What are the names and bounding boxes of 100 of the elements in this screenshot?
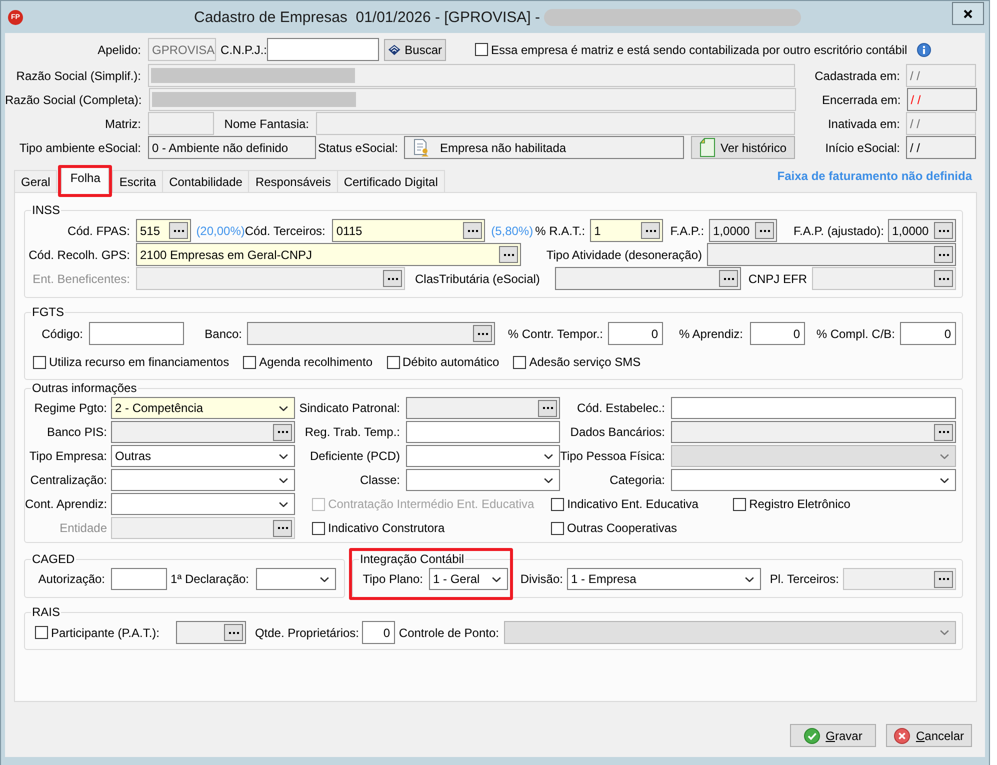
field-label: 1ª Declaração: bbox=[170, 572, 249, 586]
text-field[interactable]: / / bbox=[906, 88, 977, 111]
checkbox[interactable] bbox=[551, 522, 564, 534]
text-field[interactable] bbox=[406, 421, 560, 443]
lookup-field[interactable] bbox=[247, 322, 495, 345]
text-field[interactable]: / / bbox=[906, 136, 976, 159]
browse-button[interactable] bbox=[473, 325, 492, 342]
group-title: Integração Contábil bbox=[359, 552, 466, 566]
dropdown[interactable]: 1 - Geral bbox=[429, 568, 508, 590]
dropdown[interactable] bbox=[406, 469, 560, 491]
info-icon bbox=[917, 42, 932, 56]
checkbox[interactable] bbox=[513, 356, 526, 368]
number-field[interactable]: 0 bbox=[608, 322, 663, 345]
text-field[interactable] bbox=[267, 38, 379, 61]
lookup-field[interactable] bbox=[555, 267, 741, 290]
lookup-field[interactable] bbox=[406, 397, 560, 419]
field-label: Cód. Terceiros: bbox=[244, 224, 326, 238]
field-label: Qtde. Proprietários: bbox=[254, 626, 359, 640]
lookup-field[interactable] bbox=[707, 243, 956, 266]
field-label: Código: bbox=[42, 326, 83, 340]
field-label: Deficiente (PCD) bbox=[310, 449, 400, 463]
checkbox[interactable] bbox=[35, 626, 48, 639]
checkbox-label[interactable]: Essa empresa é matriz e está sendo contabilizada por outro escritório contábil bbox=[491, 42, 908, 56]
browse-button[interactable] bbox=[463, 222, 482, 239]
field-label: Entidade bbox=[60, 521, 107, 535]
text-field[interactable] bbox=[89, 322, 184, 345]
checkbox-label[interactable]: Registro Eletrônico bbox=[749, 497, 850, 511]
field-label: Razão Social (Simplif.): bbox=[16, 68, 141, 82]
checkbox-label[interactable]: Agenda recolhimento bbox=[259, 355, 372, 369]
caret-icon bbox=[279, 478, 288, 482]
browse-button[interactable] bbox=[934, 424, 953, 440]
save-button[interactable]: Gravar bbox=[790, 724, 876, 747]
dropdown[interactable] bbox=[256, 568, 336, 590]
checkbox-label[interactable]: Adesão serviço SMS bbox=[529, 355, 641, 369]
text-field[interactable] bbox=[671, 397, 956, 419]
number-field[interactable]: 0 bbox=[750, 322, 805, 345]
checkbox[interactable] bbox=[243, 356, 256, 368]
field-label: Tipo ambiente eSocial: bbox=[19, 140, 141, 154]
tab[interactable]: Escrita bbox=[112, 170, 164, 192]
checkbox-label[interactable]: Indicativo Ent. Educativa bbox=[567, 497, 698, 511]
field-label: Cadastrada em: bbox=[814, 68, 900, 82]
browse-button[interactable] bbox=[934, 222, 953, 239]
browse-button[interactable] bbox=[538, 400, 557, 416]
lookup-field[interactable]: 515 bbox=[136, 219, 192, 242]
checkbox-label[interactable]: Participante (P.A.T.): bbox=[51, 626, 160, 640]
cancel-button[interactable]: Cancelar bbox=[886, 724, 972, 747]
browse-button[interactable] bbox=[934, 246, 953, 263]
checkbox-label[interactable]: Utiliza recurso em financiamentos bbox=[49, 355, 230, 369]
checkbox-label[interactable]: Indicativo Construtora bbox=[328, 521, 445, 535]
field-label: F.A.P.: bbox=[670, 224, 704, 238]
browse-button[interactable] bbox=[224, 624, 243, 641]
checkbox[interactable] bbox=[733, 498, 746, 510]
browse-button[interactable] bbox=[719, 270, 738, 287]
field-label: Categoria: bbox=[610, 473, 665, 487]
checkbox[interactable] bbox=[386, 356, 400, 368]
checkbox[interactable] bbox=[475, 43, 488, 56]
caret-icon bbox=[279, 454, 288, 458]
lookup-field[interactable]: 1,0000 bbox=[888, 219, 956, 242]
lookup-field[interactable] bbox=[111, 421, 295, 443]
dropdown[interactable]: 2 - Competência bbox=[111, 397, 295, 419]
checkbox[interactable] bbox=[551, 498, 564, 510]
lookup-field[interactable]: 0115 bbox=[332, 219, 486, 242]
caret-icon bbox=[745, 576, 754, 582]
tab[interactable]: Geral bbox=[14, 170, 58, 192]
lookup-field[interactable]: 1 bbox=[590, 219, 664, 242]
browse-button[interactable] bbox=[499, 246, 518, 263]
lookup-field[interactable]: 2100 Empresas em Geral-CNPJ bbox=[136, 243, 521, 266]
dropdown[interactable] bbox=[111, 493, 296, 515]
lookup-field[interactable] bbox=[176, 621, 246, 644]
number-field[interactable]: 0 bbox=[362, 621, 395, 644]
field-label: Regime Pgto: bbox=[34, 401, 107, 415]
dropdown[interactable] bbox=[111, 469, 295, 491]
lookup-field[interactable] bbox=[671, 421, 956, 443]
group-title: Outras informações bbox=[31, 381, 138, 395]
browse-button[interactable] bbox=[169, 222, 188, 239]
checkbox[interactable] bbox=[33, 356, 46, 368]
browse-button[interactable] bbox=[641, 222, 660, 239]
field-label: % R.A.T.: bbox=[535, 224, 586, 238]
field-label: Dados Bancários: bbox=[570, 425, 665, 439]
dropdown[interactable] bbox=[671, 469, 956, 491]
dropdown[interactable] bbox=[406, 445, 560, 467]
history-button[interactable]: Ver histórico bbox=[691, 136, 795, 159]
field-label: Reg. Trab. Temp.: bbox=[304, 425, 400, 439]
text-field[interactable]: 0 - Ambiente não definido bbox=[148, 136, 316, 159]
field-label: Apelido: bbox=[98, 42, 141, 56]
browse-button[interactable] bbox=[273, 424, 292, 440]
browse-button[interactable] bbox=[755, 222, 774, 239]
lookup-field[interactable]: 1,0000 bbox=[709, 219, 778, 242]
checkbox[interactable] bbox=[312, 522, 325, 534]
checkbox-label[interactable]: Outras Cooperativas bbox=[567, 521, 678, 535]
close-button[interactable] bbox=[952, 2, 984, 25]
tab[interactable]: Certificado Digital bbox=[336, 170, 445, 192]
number-field[interactable]: 0 bbox=[900, 322, 956, 345]
dropdown[interactable]: Outras bbox=[111, 445, 295, 467]
status-field[interactable]: Empresa não habilitada bbox=[404, 136, 684, 159]
text-field[interactable] bbox=[111, 568, 167, 590]
search-button[interactable]: Buscar bbox=[384, 38, 446, 60]
checkbox-label[interactable]: Débito automático bbox=[402, 355, 500, 369]
field-label: Tipo Atividade (desoneração) bbox=[546, 248, 702, 262]
dropdown[interactable]: 1 - Empresa bbox=[567, 568, 761, 590]
